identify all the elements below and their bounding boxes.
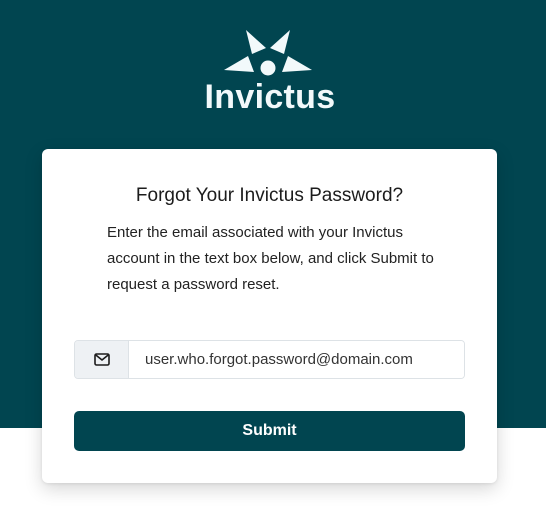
instructions-text: Enter the email associated with your Inv…: [107, 224, 434, 293]
email-field[interactable]: [129, 341, 464, 378]
brand-name: Invictus: [204, 78, 336, 116]
email-input-group: [74, 340, 465, 379]
invictus-logo-icon: [224, 30, 312, 76]
page-title: Forgot Your Invictus Password?: [135, 185, 404, 206]
forgot-password-card: Forgot Your Invictus Password? Enter the…: [42, 149, 497, 483]
submit-button[interactable]: Submit: [74, 411, 465, 451]
envelope-icon: [93, 353, 110, 366]
email-addon: [75, 341, 129, 378]
